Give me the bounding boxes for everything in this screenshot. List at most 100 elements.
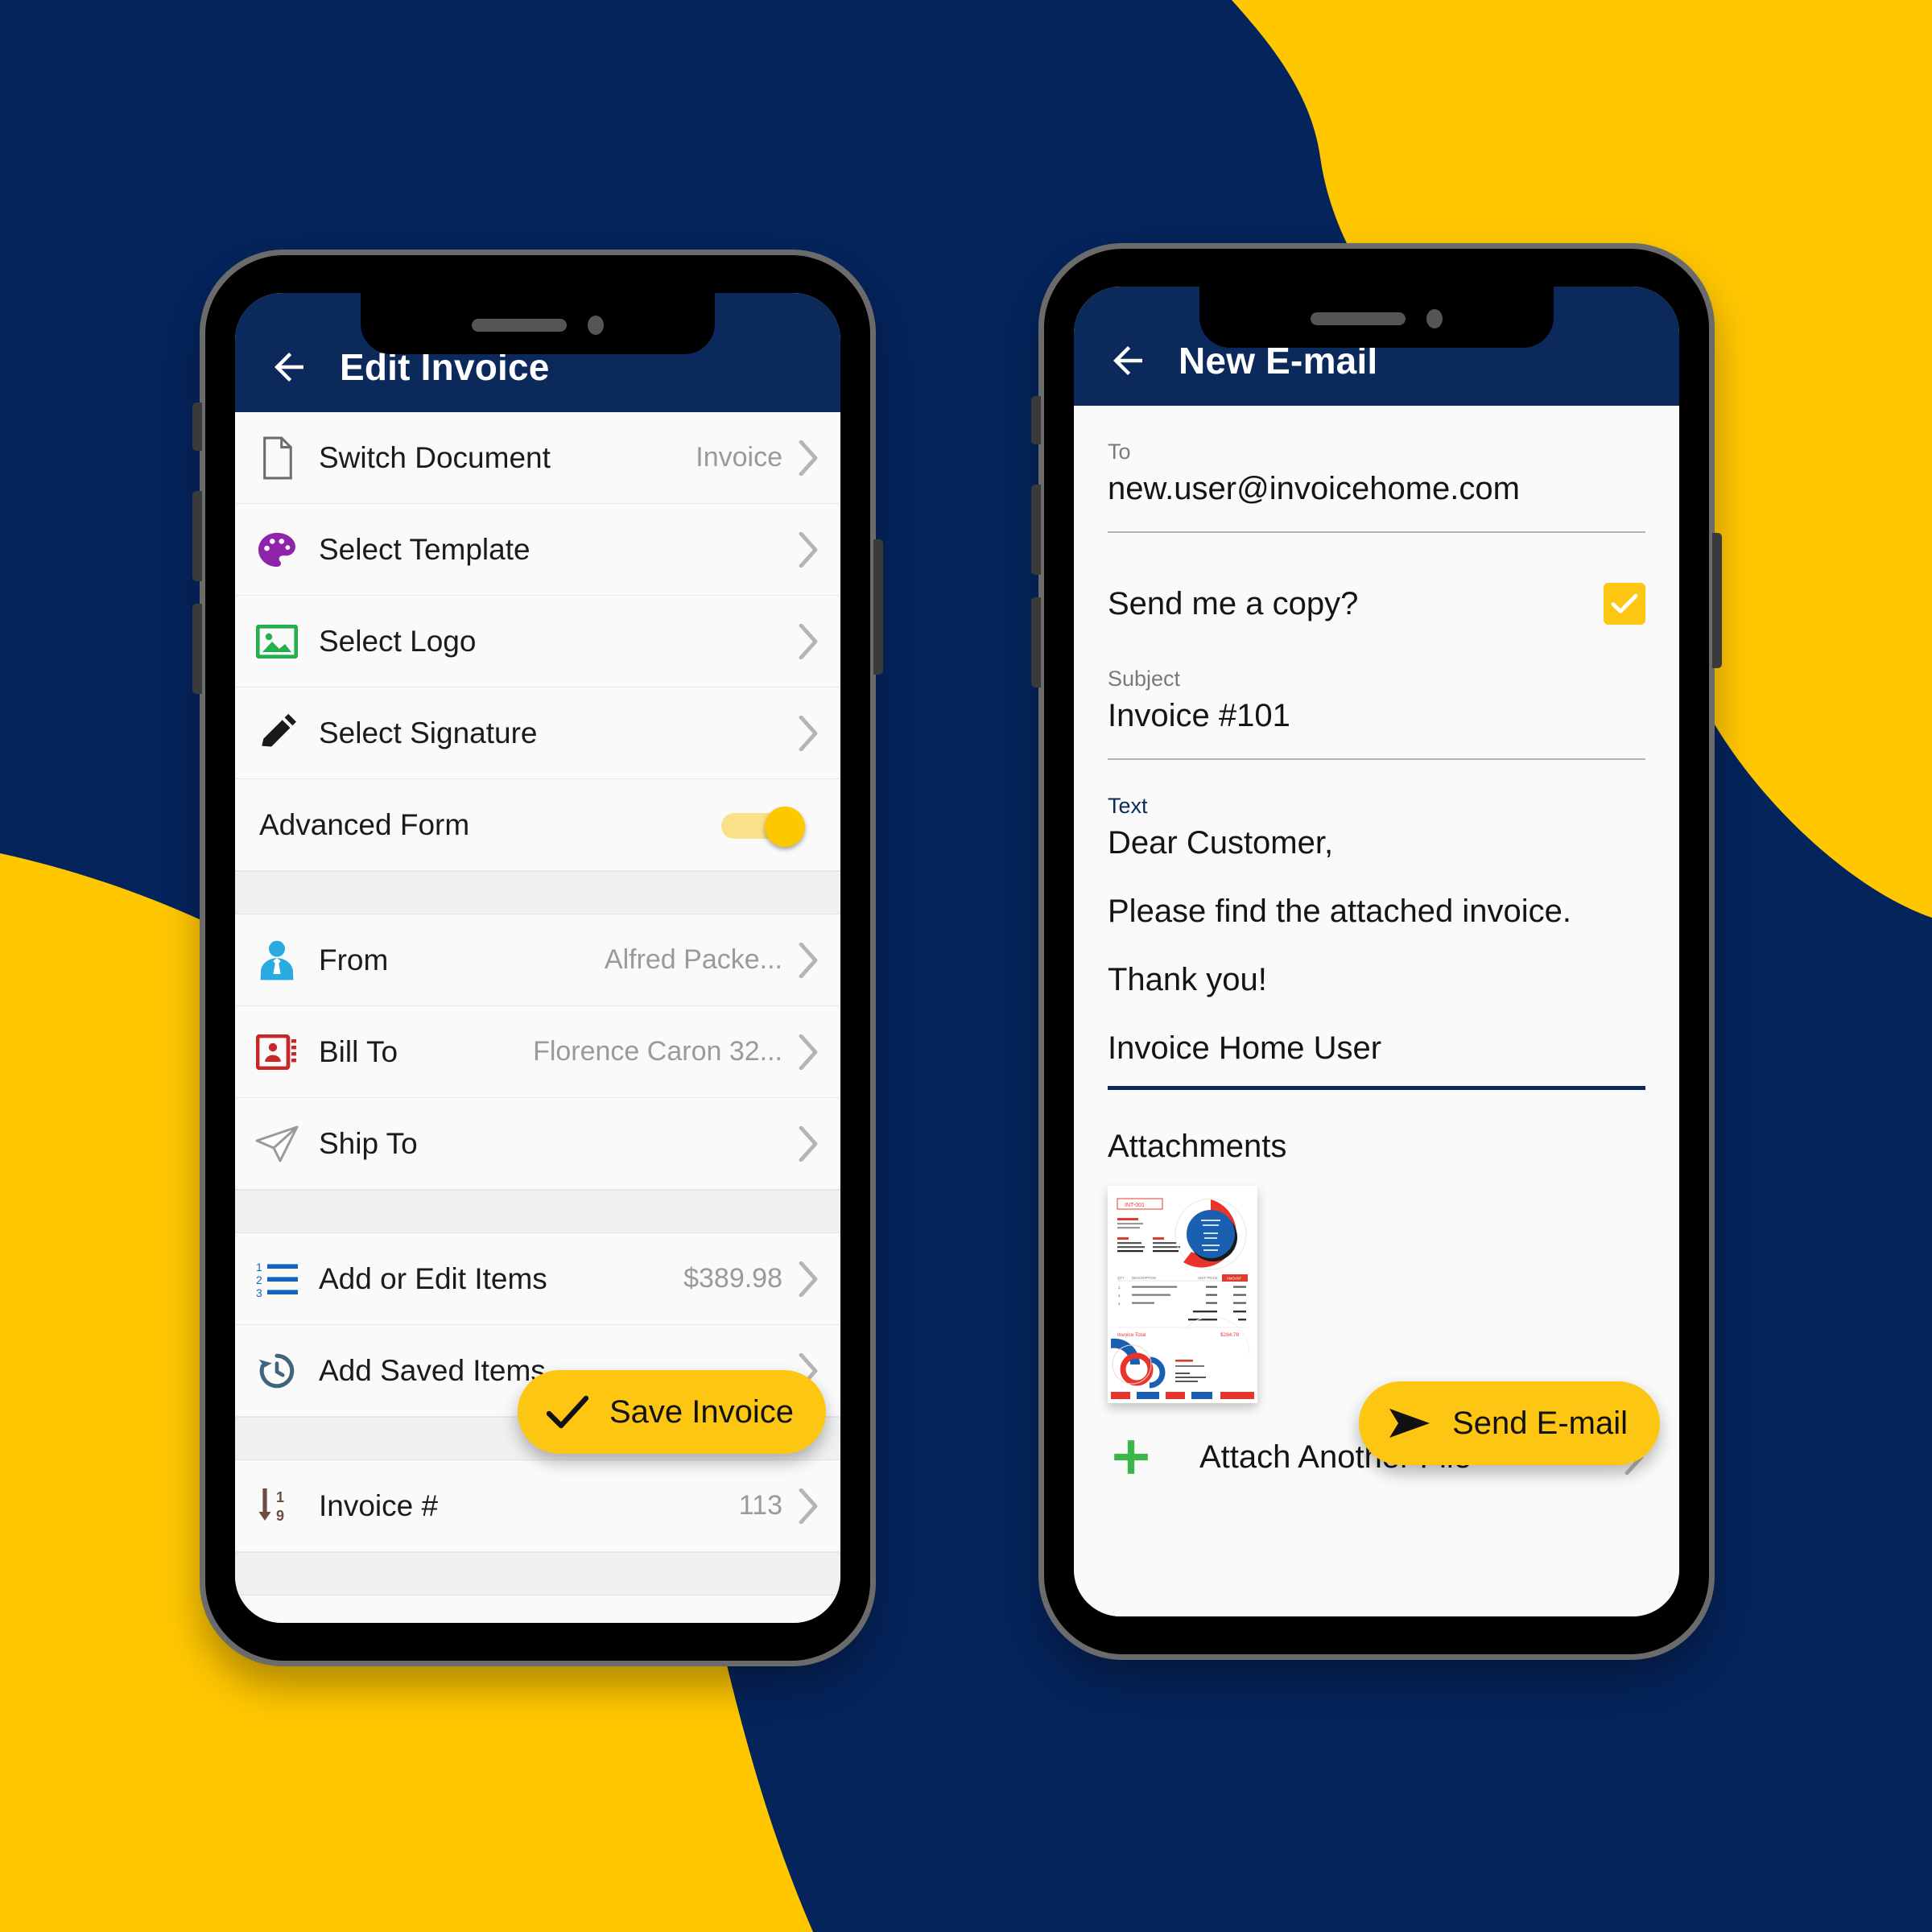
row-select-signature[interactable]: Select Signature [235,687,840,779]
phone-screen-left: Edit Invoice Switch Document Invoice Sel… [235,293,840,1623]
to-label: To [1108,440,1131,464]
invoice-thumbnail-art: INT-001 QTY DESCRIPTION UNIT PRICE AMOUN… [1108,1186,1257,1403]
volume-up-button[interactable] [1031,485,1041,575]
chevron-right-icon [799,1034,818,1070]
send-email-label: Send E-mail [1452,1405,1628,1441]
chevron-right-icon [799,942,818,978]
row-label: Bill To [319,1034,398,1068]
to-field[interactable]: To new.user@invoicehome.com [1108,406,1645,533]
svg-text:9: 9 [276,1508,284,1524]
chevron-right-icon [799,623,818,659]
chevron-right-icon [799,1125,818,1162]
earpiece-speaker-icon [1311,312,1406,325]
row-invoice-number[interactable]: 1 9 Invoice # 113 [235,1460,840,1552]
row-label: Select Template [319,532,530,566]
subject-field[interactable]: Subject Invoice #101 [1108,633,1645,760]
chevron-right-icon [799,1261,818,1297]
person-tie-icon [248,939,306,981]
group-separator [235,1190,840,1233]
group-separator [235,1552,840,1596]
row-label: Ship To [319,1126,418,1160]
volume-down-button[interactable] [192,604,202,694]
row-label: Switch Document [319,440,551,474]
new-email-form: To new.user@invoicehome.com Send me a co… [1074,406,1679,1616]
body-line-4[interactable]: Invoice Home User [1108,1030,1645,1067]
svg-text:$284.78: $284.78 [1220,1332,1240,1338]
power-button[interactable] [1712,533,1722,668]
save-invoice-button[interactable]: Save Invoice [517,1370,826,1454]
phone-device-left: Edit Invoice Switch Document Invoice Sel… [192,250,883,1666]
send-copy-checkbox[interactable] [1604,583,1645,625]
row-value: $389.98 [683,1263,782,1294]
mute-switch-button[interactable] [1031,396,1041,444]
body-line-1[interactable]: Dear Customer, [1108,825,1645,861]
row-value: Alfred Packe... [604,944,782,975]
body-line-2[interactable]: Please find the attached invoice. [1108,894,1645,930]
front-camera-icon [1426,309,1443,328]
row-select-template[interactable]: Select Template [235,504,840,596]
send-email-button[interactable]: Send E-mail [1359,1381,1660,1465]
screenshot-canvas: Edit Invoice Switch Document Invoice Sel… [0,0,1932,1932]
chevron-right-icon [799,531,818,568]
svg-text:AMOUNT: AMOUNT [1227,1277,1242,1281]
row-label: From [319,943,389,976]
subject-label: Subject [1108,667,1181,691]
check-icon [1611,593,1638,613]
svg-text:INT-001: INT-001 [1125,1203,1145,1208]
row-value: 113 [738,1490,782,1521]
chevron-right-icon [799,440,818,476]
back-arrow-icon[interactable] [1106,339,1150,382]
advanced-form-toggle[interactable] [721,806,805,847]
pencil-icon [248,713,306,753]
row-label: Invoice # [319,1488,439,1522]
mute-switch-button[interactable] [192,402,202,451]
history-icon [248,1351,306,1391]
row-label: Advanced Form [259,807,470,841]
toggle-knob [765,806,805,847]
front-camera-icon [588,316,604,335]
chevron-right-icon [799,1488,818,1524]
group-separator [235,871,840,914]
row-ship-to[interactable]: Ship To [235,1098,840,1190]
row-value: Invoice [696,442,782,473]
subject-input[interactable]: Invoice #101 [1108,698,1645,734]
row-add-or-edit-items[interactable]: 1 2 3 Add or Edit Items $389.98 [235,1233,840,1325]
send-copy-row[interactable]: Send me a copy? [1108,533,1645,633]
body-line-3[interactable]: Thank you! [1108,962,1645,998]
svg-text:UNIT PRICE: UNIT PRICE [1198,1276,1218,1280]
svg-text:Invoice Total: Invoice Total [1117,1332,1146,1338]
contact-card-icon [248,1034,306,1070]
row-label: Select Logo [319,624,477,658]
svg-text:3: 3 [256,1286,262,1298]
row-switch-document[interactable]: Switch Document Invoice [235,412,840,504]
send-icon [1389,1409,1430,1438]
notch [361,293,715,354]
invoice-preview-thumbnail[interactable]: INT-001 QTY DESCRIPTION UNIT PRICE AMOUN… [1108,1186,1257,1403]
body-text-label: Text [1108,794,1148,818]
svg-text:1: 1 [256,1261,262,1274]
volume-down-button[interactable] [1031,597,1041,687]
to-input[interactable]: new.user@invoicehome.com [1108,471,1645,507]
row-from[interactable]: From Alfred Packe... [235,914,840,1006]
power-button[interactable] [873,539,883,675]
row-label: Add or Edit Items [319,1261,547,1295]
row-select-logo[interactable]: Select Logo [235,596,840,687]
body-text-field[interactable]: Text Dear Customer, Please find the atta… [1108,760,1645,1090]
palette-icon [248,531,306,568]
svg-text:DESCRIPTION: DESCRIPTION [1132,1276,1156,1280]
notch [1199,287,1554,348]
phone-device-right: New E-mail To new.user@invoicehome.com S… [1031,243,1722,1660]
image-icon [248,624,306,658]
paper-plane-icon [248,1125,306,1162]
row-bill-to[interactable]: Bill To Florence Caron 32... [235,1006,840,1098]
back-arrow-icon[interactable] [267,345,311,389]
sort-numeric-icon: 1 9 [248,1487,306,1525]
chevron-right-icon [799,715,818,751]
numbered-list-icon: 1 2 3 [248,1261,306,1298]
svg-text:QTY: QTY [1117,1276,1125,1280]
earpiece-speaker-icon [472,319,567,332]
send-copy-label: Send me a copy? [1108,585,1359,621]
volume-up-button[interactable] [192,491,202,581]
edit-invoice-list: Switch Document Invoice Select Template [235,412,840,1623]
row-advanced-form[interactable]: Advanced Form [235,779,840,871]
